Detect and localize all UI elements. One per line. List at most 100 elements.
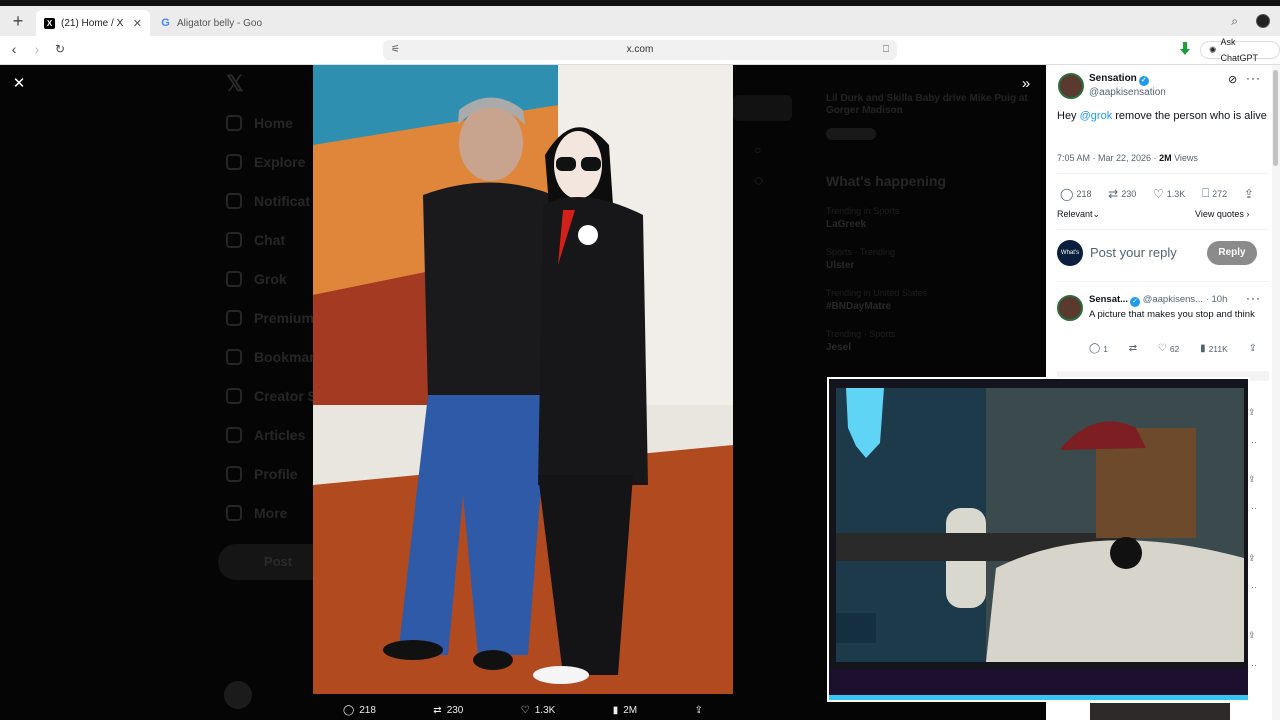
reply-share-button[interactable]: ⇪: [1249, 343, 1257, 354]
reply-repost-button[interactable]: ⇄: [1129, 343, 1137, 354]
ask-chatgpt-button[interactable]: ✺ Ask ChatGPT: [1200, 37, 1280, 63]
webcam-accent-line: [829, 695, 1248, 700]
nav-label: Chat: [254, 232, 286, 248]
viewer-replies-count: 218: [359, 704, 376, 716]
view-quotes-link[interactable]: View quotes ›: [1195, 209, 1249, 219]
author-avatar[interactable]: [1058, 73, 1084, 99]
webcam-feed: [836, 388, 1244, 662]
grok-explain-icon[interactable]: ⊘: [1228, 73, 1237, 86]
tab-search-icon[interactable]: ⌕: [1231, 14, 1238, 29]
reply-reply-button[interactable]: ◯ 1: [1089, 343, 1108, 354]
verified-badge-icon: ✓: [1130, 297, 1141, 307]
left-nav: 𝕏 Home Explore Notificat Chat Grok Premi…: [218, 65, 338, 720]
viewer-reposts[interactable]: ⇄ 230: [433, 705, 463, 716]
tweet-views-count: 2M: [1159, 153, 1172, 163]
timeline-grok-icon[interactable]: ◇: [754, 173, 763, 187]
reply-more-icon[interactable]: ···: [1246, 291, 1261, 305]
x-logo-icon[interactable]: 𝕏: [226, 71, 244, 97]
address-bar[interactable]: ⚟ x.com ⎕: [383, 40, 897, 60]
forward-icon[interactable]: ›: [29, 41, 45, 57]
share-icon: ⇪: [694, 704, 703, 716]
whats-happening-heading: What's happening: [826, 173, 946, 189]
trend-item[interactable]: Trending · Sports Jesel: [826, 328, 895, 354]
repost-button[interactable]: ⇄ 230: [1108, 186, 1136, 201]
tweet-views-label: Views: [1171, 153, 1198, 163]
tab-title: (21) Home / X: [61, 17, 124, 29]
back-icon[interactable]: ‹: [6, 41, 22, 57]
tab-google[interactable]: G Aligator belly - Goog: [152, 10, 270, 36]
x-icon: [226, 310, 242, 326]
mention-link[interactable]: @grok: [1080, 110, 1113, 122]
bookmark-count: 272: [1212, 188, 1228, 199]
nav-chat[interactable]: Chat: [226, 229, 285, 251]
share-button[interactable]: ⇪: [1244, 186, 1254, 201]
reply-author-avatar[interactable]: [1057, 295, 1083, 321]
author-name[interactable]: Sensation ✓: [1089, 73, 1149, 86]
bookmark-page-icon[interactable]: ⎕: [883, 40, 889, 60]
site-settings-icon[interactable]: ⚟: [391, 40, 400, 60]
tweet-time[interactable]: 7:05 AM · Mar 22, 2026 ·: [1057, 153, 1159, 163]
close-viewer-icon[interactable]: ✕: [8, 73, 30, 95]
reply-author-name[interactable]: Sensat...: [1089, 294, 1128, 305]
account-switcher[interactable]: [224, 681, 252, 709]
reply-icon: ◯: [1060, 186, 1074, 201]
reply-submit-button[interactable]: Reply: [1207, 241, 1257, 265]
nav-creator-studio[interactable]: Creator S: [226, 385, 317, 407]
close-tab-icon[interactable]: ✕: [133, 17, 142, 30]
reload-icon[interactable]: ↻: [52, 41, 68, 57]
photo-white-flower: [578, 225, 598, 245]
download-icon[interactable]: [1178, 41, 1192, 57]
timeline-follow-button[interactable]: [732, 95, 792, 121]
nav-label: More: [254, 505, 288, 521]
reply-button[interactable]: ◯ 218: [1060, 186, 1091, 201]
nav-profile[interactable]: Profile: [226, 463, 298, 485]
trend-item[interactable]: Trending in Sports LaGreek: [826, 205, 899, 231]
viewer-likes[interactable]: ♡ 1.3K: [521, 705, 556, 716]
new-tab-icon[interactable]: +: [8, 12, 28, 32]
viewer-replies[interactable]: ◯ 218: [343, 705, 376, 716]
reply-author-handle[interactable]: @aapkisens...: [1143, 294, 1203, 305]
tweet-actions: ◯ 218 ⇄ 230 ♡ 1.3K ⎕ 272 ⇪: [1060, 186, 1254, 201]
reply-input[interactable]: Post your reply: [1090, 245, 1177, 260]
expand-panel-icon[interactable]: »: [1015, 73, 1037, 95]
like-button[interactable]: ♡ 1.3K: [1153, 186, 1185, 201]
reply-views-button[interactable]: ▮ 211K: [1200, 343, 1228, 354]
viewer-views[interactable]: ▮ 2M: [613, 705, 637, 716]
nav-grok[interactable]: Grok: [226, 268, 287, 290]
nav-more[interactable]: More: [226, 502, 287, 524]
reply-sort-dropdown[interactable]: Relevant⌄: [1057, 209, 1100, 220]
trend-context: Trending · Sports: [826, 329, 896, 339]
bookmark-button[interactable]: ⎕ 272: [1202, 186, 1227, 201]
nav-notifications[interactable]: Notificat: [226, 190, 310, 212]
nav-premium[interactable]: Premium: [226, 307, 314, 329]
ask-chatgpt-label: Ask ChatGPT: [1220, 37, 1259, 63]
view-quotes-label: View quotes: [1195, 209, 1244, 219]
bookmark-icon: ⎕: [1201, 186, 1210, 200]
nav-label: Explore: [254, 154, 306, 170]
next-post-media-thumbnail[interactable]: [1090, 703, 1230, 720]
timeline-reply-icon[interactable]: ○: [754, 143, 761, 157]
reply-like-button[interactable]: ♡ 62: [1158, 343, 1179, 354]
author-handle[interactable]: @aapkisensation: [1089, 87, 1166, 98]
nav-explore[interactable]: Explore: [226, 151, 305, 173]
nav-home[interactable]: Home: [226, 112, 293, 134]
bookmark-icon: [226, 349, 242, 365]
chatgpt-icon: ✺: [1209, 45, 1217, 55]
live-event-title[interactable]: Lil Durk and Skilla Baby drive Mike Puig…: [826, 93, 1036, 117]
my-avatar[interactable]: What's Next: [1057, 240, 1083, 282]
more-options-icon[interactable]: ···: [1246, 71, 1261, 85]
reply-age[interactable]: · 10h: [1206, 294, 1228, 305]
pane-scroll-thumb[interactable]: [1273, 70, 1278, 166]
trend-item[interactable]: Trending in United States #BNDayMatre: [826, 287, 927, 313]
nav-articles[interactable]: Articles: [226, 424, 305, 446]
browser-profile-icon[interactable]: [1256, 14, 1270, 28]
tweet-photo[interactable]: [313, 65, 733, 694]
trend-item[interactable]: Sports · Trending Ulster: [826, 246, 895, 272]
photo-sunglasses: [581, 157, 601, 171]
nav-bookmarks[interactable]: Bookmar: [226, 346, 315, 368]
x-favicon-icon: X: [44, 17, 55, 29]
tab-x-home[interactable]: X (21) Home / X ✕: [36, 10, 150, 36]
viewer-share[interactable]: ⇪: [695, 705, 703, 716]
nav-label: Notificat: [254, 193, 310, 209]
webcam-frame-bottom: [829, 669, 1248, 695]
